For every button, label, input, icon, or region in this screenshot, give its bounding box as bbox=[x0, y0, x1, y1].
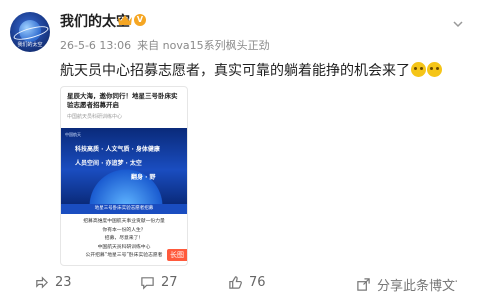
card-strip: 地星三号卧床实验志愿者招募 bbox=[61, 204, 187, 214]
vip-badge: V bbox=[134, 14, 146, 26]
share-count: 23 bbox=[55, 275, 72, 290]
card-body-line: 招募，尽意来了！ bbox=[104, 236, 144, 241]
comment-button[interactable]: 27 bbox=[140, 275, 178, 290]
card-strip-text: 地星三号卧床实验志愿者招募 bbox=[94, 206, 154, 211]
post-body: 航天员中心招募志愿者，真实可靠的躺着能挣的机会来了 bbox=[60, 63, 410, 79]
post-text: 航天员中心招募志愿者，真实可靠的躺着能挣的机会来了 bbox=[60, 60, 442, 80]
card-title: 星辰大海，邀你同行！地星三号卧床实验志愿者招募开启 bbox=[67, 92, 178, 109]
crown-icon bbox=[118, 15, 132, 25]
like-count: 76 bbox=[249, 275, 266, 290]
card-image-line: 人员空间 · 亦追梦 · 太空 bbox=[75, 160, 142, 167]
avatar-text: 我们的太空 bbox=[17, 42, 43, 48]
post-source: 来自 nova15系列枫头正劲 bbox=[137, 39, 270, 52]
share-button[interactable]: 23 bbox=[34, 275, 72, 290]
card-body-line: 招募高维度中国航天事业贡献一份力量 bbox=[83, 219, 165, 224]
laugh-cry-emoji-icon bbox=[427, 62, 442, 77]
more-icon: ··· bbox=[446, 275, 459, 290]
share-post-label: 分享此条博文 bbox=[377, 279, 456, 294]
share-external-icon bbox=[357, 278, 370, 291]
comment-count: 27 bbox=[161, 275, 178, 290]
avatar[interactable]: 我们的太空 bbox=[10, 12, 50, 52]
action-bar: 23 27 76 分享此条博文 ··· bbox=[0, 270, 480, 298]
post-meta: 26-5-6 13:06 来自 nova15系列枫头正劲 bbox=[60, 37, 276, 53]
card-logo: 中国航天 bbox=[65, 132, 81, 137]
card-image: 中国航天 科技高质 · 人文气质 · 身体健康 人员空间 · 亦追梦 · 太空 … bbox=[61, 128, 187, 206]
card-image-line: 科技高质 · 人文气质 · 身体健康 bbox=[75, 146, 160, 153]
comment-icon bbox=[141, 277, 154, 290]
like-button[interactable]: 76 bbox=[228, 275, 266, 290]
card-body-line: 中国航天员科研训练中心 bbox=[97, 244, 151, 250]
card-body: 招募高维度中国航天事业贡献一份力量 你有本一份的人生？ 招募，尽意来了！ 中国航… bbox=[71, 218, 177, 261]
long-image-badge: 长图 bbox=[167, 249, 187, 261]
earth-graphic bbox=[81, 166, 171, 206]
thumbs-up-icon bbox=[229, 276, 242, 289]
card-body-line: 公开招募“地星三号”卧床实验志愿者 bbox=[85, 253, 163, 258]
share-icon bbox=[36, 276, 48, 289]
laugh-cry-emoji-icon bbox=[411, 62, 426, 77]
card-author: 中国航天员科研训练中心 bbox=[67, 114, 123, 120]
chevron-down-icon[interactable] bbox=[452, 18, 464, 30]
share-post-button[interactable]: 分享此条博文 bbox=[356, 275, 455, 294]
card-body-line: 你有本一份的人生？ bbox=[102, 227, 146, 233]
card-image-line: 翻身 · 野 bbox=[131, 174, 156, 181]
post-time: 26-5-6 13:06 bbox=[60, 39, 132, 52]
more-button[interactable]: ··· bbox=[446, 275, 458, 290]
article-card[interactable]: 星辰大海，邀你同行！地星三号卧床实验志愿者招募开启 中国航天员科研训练中心 中国… bbox=[60, 86, 188, 266]
